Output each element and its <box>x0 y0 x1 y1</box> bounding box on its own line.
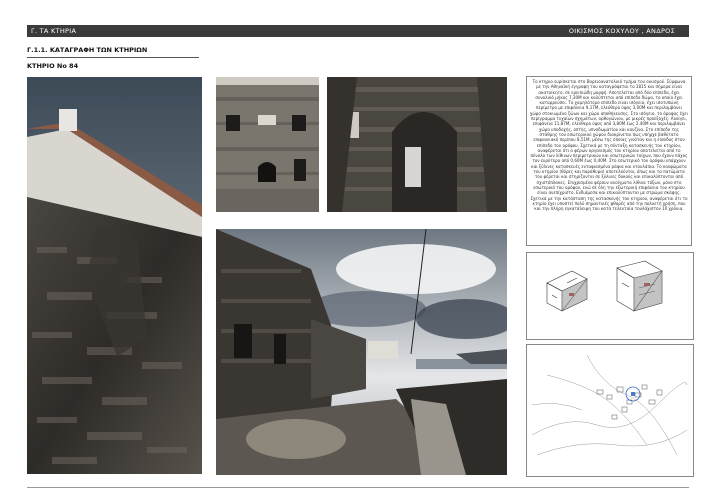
settlement-location-map <box>526 344 694 477</box>
header-right-title: ΟΙΚΙΣΜΟΣ ΚΟΧΥΛΟΥ , ΑΝΔΡΟΣ <box>568 27 675 35</box>
section-title: Γ.1.1. ΚΑΤΑΓΡΑΦΗ ΤΩΝ ΚΤΗΡΙΩΝ <box>27 46 148 54</box>
header-bar: Γ. ΤΑ ΚΤΗΡΙΑ ΟΙΚΙΣΜΟΣ ΚΟΧΥΛΟΥ , ΑΝΔΡΟΣ <box>27 25 689 37</box>
section-divider <box>27 57 199 58</box>
photo-stone-wall-street <box>27 77 202 474</box>
footer-divider <box>27 487 689 488</box>
building-label: ΚΤΗΡΙΟ Νο 84 <box>27 62 79 70</box>
photo-interior-arch <box>327 77 507 212</box>
building-description: Το κτηριο ευρίσκεται στο Βορειοανατολικό… <box>526 76 692 246</box>
building-axonometric-drawing <box>526 252 694 340</box>
photo-street-view-sea <box>216 229 507 475</box>
photo-ruined-facade <box>216 77 319 212</box>
header-left-title: Γ. ΤΑ ΚΤΗΡΙΑ <box>31 27 77 35</box>
